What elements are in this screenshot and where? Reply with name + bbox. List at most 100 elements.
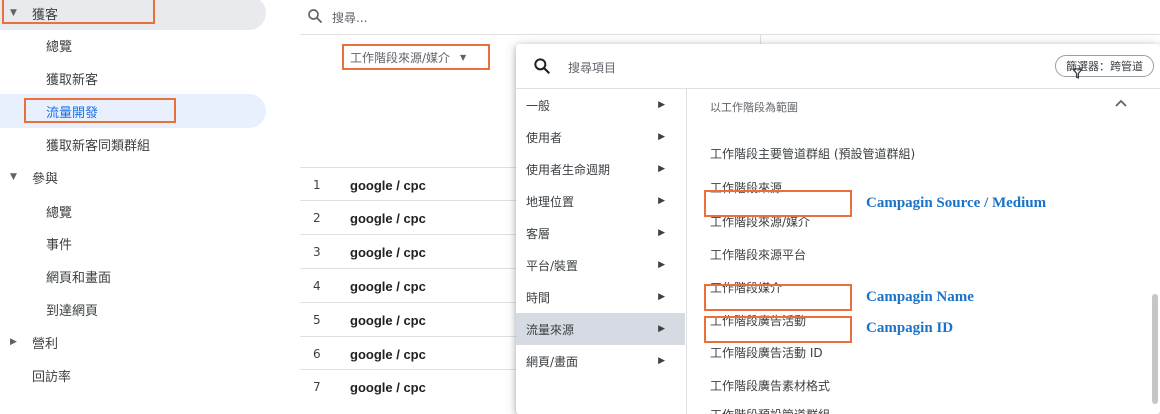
category-traffic-source[interactable]: 流量來源 ▶ — [516, 313, 685, 345]
dropdown-search-placeholder: 搜尋項目 — [568, 61, 617, 75]
row-number: 1 — [313, 178, 321, 192]
scrollbar[interactable] — [1152, 294, 1158, 404]
dimension-dropdown: 搜尋項目 篩選器：跨管道 一般 ▶ 使用者 ▶ 使用者生命週期 ▶ 地理位置 ▶… — [516, 44, 1160, 414]
chevron-right-icon: ▶ — [658, 196, 665, 206]
row-value: google / cpc — [350, 312, 426, 328]
filter-chip[interactable]: 篩選器：跨管道 — [1055, 55, 1154, 79]
option-session-medium[interactable]: 工作階段媒介 — [710, 275, 782, 299]
chevron-right-icon: ▶ — [658, 132, 665, 142]
caret-right-icon: ▶ — [10, 337, 17, 347]
category-label: 使用者生命週期 — [526, 162, 611, 177]
nav-engagement-overview[interactable]: 總覽 — [0, 194, 266, 228]
nav-engagement-label: 參與 — [32, 171, 59, 187]
nav-user-acquisition[interactable]: 獲取新客 — [0, 61, 266, 95]
row-number: 6 — [313, 347, 321, 361]
search-icon — [532, 56, 552, 80]
row-number: 5 — [313, 313, 321, 327]
category-general[interactable]: 一般 ▶ — [516, 89, 685, 121]
nav-landing-page[interactable]: 到達網頁 — [0, 292, 266, 326]
category-time[interactable]: 時間 ▶ — [516, 281, 685, 313]
table-row[interactable]: 4 google / cpc — [300, 268, 520, 303]
nav-item-label: 總覽 — [46, 205, 73, 221]
option-session-source[interactable]: 工作階段來源 — [710, 175, 782, 199]
nav-item-label: 總覽 — [46, 39, 73, 55]
category-user-lifecycle[interactable]: 使用者生命週期 ▶ — [516, 153, 685, 185]
chevron-right-icon: ▶ — [658, 228, 665, 238]
table-row[interactable]: 5 google / cpc — [300, 302, 520, 337]
option-label: 工作階段廣告活動 — [710, 313, 807, 328]
row-number: 3 — [313, 245, 321, 259]
nav-monetization-label: 營利 — [32, 336, 59, 352]
category-platform-device[interactable]: 平台/裝置 ▶ — [516, 249, 685, 281]
table-row[interactable]: 2 google / cpc — [300, 200, 520, 235]
chevron-right-icon: ▶ — [658, 100, 665, 110]
annotation-source-medium: Campagin Source / Medium — [866, 195, 1047, 211]
category-geography[interactable]: 地理位置 ▶ — [516, 185, 685, 217]
option-label: 工作階段媒介 — [710, 280, 783, 295]
sidebar: ▼ 獲客 總覽 獲取新客 流量開發 獲取新客同類群組 ▼ 參與 總覽 事件 網頁… — [0, 0, 270, 414]
chevron-right-icon: ▶ — [658, 260, 665, 270]
nav-item-label: 網頁和畫面 — [46, 270, 112, 286]
nav-item-label: 事件 — [46, 237, 73, 253]
chevron-right-icon: ▶ — [658, 324, 665, 334]
category-demographics[interactable]: 客層 ▶ — [516, 217, 685, 249]
option-label: 工作階段來源/媒介 — [710, 214, 811, 229]
category-label: 使用者 — [526, 130, 563, 145]
nav-acquisition[interactable]: ▼ 獲客 — [0, 0, 266, 30]
section-title: 以工作階段為範圍 — [710, 101, 798, 114]
option-session-default-channel-group[interactable]: 工作階段預設管道群組 — [710, 402, 830, 414]
option-session-source-platform[interactable]: 工作階段來源平台 — [710, 242, 806, 266]
category-column: 一般 ▶ 使用者 ▶ 使用者生命週期 ▶ 地理位置 ▶ 客層 ▶ 平台/裝置 ▶… — [516, 89, 687, 414]
nav-events[interactable]: 事件 — [0, 226, 266, 260]
nav-acquisition-cohort[interactable]: 獲取新客同類群組 — [0, 127, 266, 161]
row-value: google / cpc — [350, 244, 426, 260]
nav-retention[interactable]: 回訪率 — [0, 358, 266, 392]
nav-item-label: 到達網頁 — [46, 303, 99, 319]
row-number: 2 — [313, 211, 321, 225]
category-label: 流量來源 — [526, 322, 575, 337]
chevron-right-icon: ▶ — [658, 356, 665, 366]
nav-item-label: 獲取新客 — [46, 72, 99, 88]
table-row[interactable]: 7 google / cpc — [300, 369, 520, 404]
annotation-campaign-name: Campagin Name — [866, 289, 974, 305]
nav-engagement[interactable]: ▼ 參與 — [0, 160, 266, 194]
dimension-selector-label: 工作階段來源/媒介 — [350, 50, 451, 65]
category-user[interactable]: 使用者 ▶ — [516, 121, 685, 153]
category-label: 時間 — [526, 290, 551, 305]
nav-acquisition-label: 獲客 — [32, 7, 59, 23]
option-session-campaign-id[interactable]: 工作階段廣告活動 ID — [710, 340, 823, 364]
table-row[interactable]: 6 google / cpc — [300, 336, 520, 371]
filter-icon — [1072, 68, 1083, 79]
option-session-source-medium[interactable]: 工作階段來源/媒介 — [710, 209, 810, 233]
table-row[interactable]: 1 google / cpc — [300, 167, 520, 202]
report-search-bar[interactable]: 搜尋... — [300, 0, 1160, 35]
nav-acquisition-overview[interactable]: 總覽 — [0, 28, 266, 62]
nav-traffic-acquisition[interactable]: 流量開發 — [0, 94, 266, 128]
option-label: 工作階段來源平台 — [710, 247, 807, 262]
annotation-campaign-id: Campagin ID — [866, 320, 954, 336]
table-row[interactable]: 3 google / cpc — [300, 234, 520, 269]
option-session-campaign[interactable]: 工作階段廣告活動 — [710, 308, 806, 332]
nav-retention-label: 回訪率 — [32, 369, 72, 385]
row-value: google / cpc — [350, 177, 426, 193]
option-label: 工作階段廣告活動 ID — [710, 345, 823, 360]
dimension-selector[interactable]: 工作階段來源/媒介 ▼ — [344, 45, 472, 69]
category-page-screen[interactable]: 網頁/畫面 ▶ — [516, 345, 685, 377]
row-value: google / cpc — [350, 278, 426, 294]
nav-pages-screens[interactable]: 網頁和畫面 — [0, 259, 266, 293]
category-label: 一般 — [526, 98, 551, 113]
category-label: 地理位置 — [526, 194, 575, 209]
chevron-up-icon[interactable] — [1114, 96, 1128, 112]
row-value: google / cpc — [350, 210, 426, 226]
dropdown-search-bar[interactable]: 搜尋項目 篩選器：跨管道 — [516, 44, 1160, 89]
search-icon — [306, 7, 324, 29]
option-session-primary-channel-group[interactable]: 工作階段主要管道群組 (預設管道群組) — [710, 141, 915, 165]
chevron-right-icon: ▶ — [658, 292, 665, 302]
option-column: 以工作階段為範圍 工作階段主要管道群組 (預設管道群組) 工作階段來源 工作階段… — [694, 89, 1154, 414]
category-label: 平台/裝置 — [526, 258, 579, 273]
option-label: 工作階段廣告素材格式 — [710, 378, 831, 393]
caret-down-icon: ▼ — [460, 52, 467, 62]
option-session-creative-format[interactable]: 工作階段廣告素材格式 — [710, 373, 830, 397]
row-value: google / cpc — [350, 379, 426, 395]
nav-monetization[interactable]: ▶ 營利 — [0, 325, 266, 359]
